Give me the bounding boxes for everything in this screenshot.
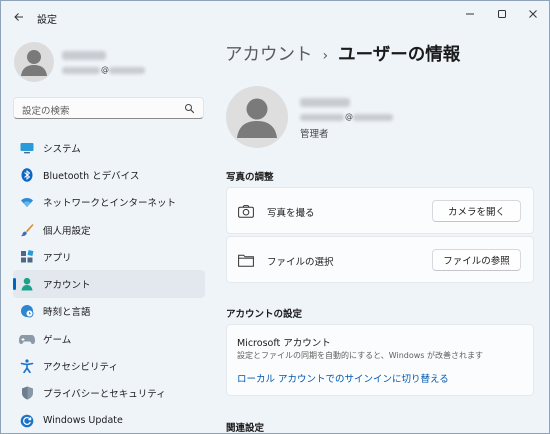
breadcrumb-parent[interactable]: アカウント <box>225 45 313 65</box>
sidebar-item-label: ネットワークとインターネット <box>43 198 177 210</box>
camera-icon <box>237 203 255 219</box>
sidebar-item-label: アカウント <box>43 280 91 292</box>
wifi-icon <box>19 194 35 210</box>
accessibility-icon <box>19 358 35 374</box>
account-card-description: 設定とファイルの同期を自動的にすると、Windows が改善されます <box>237 351 484 360</box>
section-title-related: 関連設定 <box>226 423 265 434</box>
app-title: 設定 <box>37 15 57 26</box>
folder-icon <box>237 252 255 268</box>
page-title: ユーザーの情報 <box>338 45 461 65</box>
sidebar-item-label: アクセシビリティ <box>43 362 118 374</box>
search-icon <box>185 104 195 114</box>
update-icon <box>19 413 35 429</box>
sidebar-item-label: プライバシーとセキュリティ <box>43 389 166 401</box>
maximize-button[interactable] <box>485 1 519 27</box>
back-arrow-icon <box>14 13 23 21</box>
bluetooth-icon <box>19 167 35 183</box>
sidebar-item-label: 個人用設定 <box>43 225 91 237</box>
person-icon <box>237 98 277 138</box>
sidebar-item-privacy[interactable]: プライバシーとセキュリティ <box>13 380 205 407</box>
sidebar-item-apps[interactable]: アプリ <box>13 243 205 270</box>
sidebar-nav: システム Bluetooth とデバイス ネットワークとインターネット 個人用設… <box>13 134 205 433</box>
open-camera-button[interactable]: カメラを開く <box>432 200 521 222</box>
profile-avatar <box>14 42 54 82</box>
profile-name-redacted <box>62 51 106 60</box>
sidebar-item-label: ゲーム <box>43 334 72 346</box>
account-icon <box>19 276 35 292</box>
paintbrush-icon <box>19 222 35 238</box>
maximize-icon <box>498 10 506 18</box>
user-email-redacted <box>300 114 344 121</box>
breadcrumb-separator: › <box>322 48 329 64</box>
sidebar-item-label: 時刻と言語 <box>43 307 91 319</box>
sidebar-item-system[interactable]: システム <box>13 134 205 161</box>
sidebar-item-label: システム <box>43 143 81 155</box>
user-avatar <box>226 86 288 148</box>
gamepad-icon <box>19 331 35 347</box>
back-button[interactable] <box>9 7 29 27</box>
sidebar-item-time-language[interactable]: 時刻と言語 <box>13 298 205 325</box>
account-card-title: Microsoft アカウント <box>237 338 331 349</box>
section-title-account: アカウントの設定 <box>226 309 303 320</box>
user-name-redacted <box>300 98 350 107</box>
photo-file-card: ファイルの選択 ファイルの参照 <box>226 236 534 283</box>
sidebar-item-personalization[interactable]: 個人用設定 <box>13 216 205 243</box>
sidebar-item-label: Bluetooth とデバイス <box>43 170 140 182</box>
microsoft-account-card: Microsoft アカウント 設定とファイルの同期を自動的にすると、Windo… <box>226 324 534 396</box>
sidebar-item-accessibility[interactable]: アクセシビリティ <box>13 352 205 379</box>
search-input[interactable]: 設定の検索 <box>13 97 204 119</box>
profile-email-at: @ <box>101 65 109 74</box>
sidebar-item-label: Windows Update <box>43 415 123 427</box>
selection-indicator <box>13 278 16 291</box>
browse-files-button[interactable]: ファイルの参照 <box>432 249 521 271</box>
minimize-icon <box>466 13 474 15</box>
sidebar-item-network[interactable]: ネットワークとインターネット <box>13 189 205 216</box>
sidebar-item-accounts[interactable]: アカウント <box>13 270 205 298</box>
shield-icon <box>19 385 35 401</box>
profile-email-domain-redacted <box>109 67 145 74</box>
section-title-photo: 写真の調整 <box>226 172 274 183</box>
sidebar-item-label: アプリ <box>43 252 72 264</box>
photo-file-label: ファイルの選択 <box>267 257 334 268</box>
sidebar-item-windows-update[interactable]: Windows Update <box>13 407 205 433</box>
sidebar-item-gaming[interactable]: ゲーム <box>13 325 205 352</box>
close-icon <box>529 10 537 18</box>
user-email-domain-redacted <box>353 114 393 121</box>
breadcrumb: アカウント › ユーザーの情報 <box>225 41 460 66</box>
user-role: 管理者 <box>300 129 329 140</box>
monitor-icon <box>19 140 35 156</box>
profile-email-redacted <box>62 67 100 74</box>
close-button[interactable] <box>516 1 549 27</box>
user-email-at: @ <box>345 112 353 121</box>
switch-to-local-account-link[interactable]: ローカル アカウントでのサインインに切り替える <box>237 371 449 385</box>
apps-icon <box>19 249 35 265</box>
globe-clock-icon <box>19 303 35 319</box>
minimize-button[interactable] <box>453 1 487 27</box>
photo-take-label: 写真を撮る <box>267 208 315 219</box>
settings-window: 設定 @ 設定の検索 システム Bluetooth とデバイス ネットワークとイ… <box>0 0 550 434</box>
sidebar-item-bluetooth[interactable]: Bluetooth とデバイス <box>13 161 205 188</box>
person-icon <box>21 50 47 76</box>
title-bar: 設定 <box>1 1 549 33</box>
photo-take-card: 写真を撮る カメラを開く <box>226 187 534 234</box>
search-placeholder: 設定の検索 <box>22 106 70 117</box>
